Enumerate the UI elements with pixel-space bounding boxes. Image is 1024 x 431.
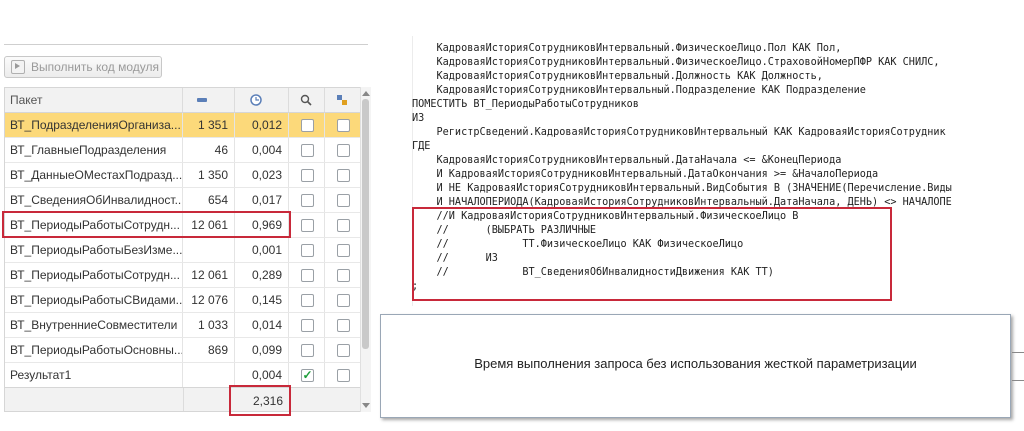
exec-time: 0,004 [235, 363, 289, 387]
code-line: КадроваяИсторияСотрудниковИнтервальный.Ф… [412, 43, 842, 54]
temp-table-checkbox[interactable] [337, 169, 350, 182]
row-count [183, 363, 235, 387]
magnifier-icon [300, 94, 312, 106]
table-row[interactable]: ВТ_ПериодыРаботыСотрудн... 12 061 0,289 [5, 263, 361, 288]
execute-module-button[interactable]: Выполнить код модуля [4, 56, 162, 78]
exec-time: 0,004 [235, 138, 289, 162]
search-checkbox[interactable] [301, 169, 314, 182]
table-header: Пакет [5, 88, 361, 113]
code-line: КадроваяИсторияСотрудниковИнтервальный.Ф… [412, 57, 940, 68]
col-header-props[interactable] [325, 88, 361, 112]
table-row[interactable]: ВТ_ПериодыРаботыОсновны... 869 0,099 [5, 338, 361, 363]
code-line: И НЕ КадроваяИсторияСотрудниковИнтерваль… [412, 183, 952, 194]
temp-table-checkbox[interactable] [337, 219, 350, 232]
row-count: 869 [183, 338, 235, 362]
temp-table-checkbox[interactable] [337, 244, 350, 257]
col-header-packet[interactable]: Пакет [5, 88, 183, 112]
rows-icon [197, 98, 207, 102]
code-line: РегистрСведений.КадроваяИсторияСотрудник… [412, 127, 946, 138]
highlight-slow-query-row [2, 211, 291, 238]
row-count: 1 351 [183, 113, 235, 137]
temp-table-icon [337, 95, 347, 105]
exec-time: 0,014 [235, 313, 289, 337]
table-row[interactable]: ВТ_ВнутренниеСовместители 1 033 0,014 [5, 313, 361, 338]
packet-name: ВТ_СведенияОбИнвалидност... [5, 188, 183, 212]
temp-table-checkbox[interactable] [337, 269, 350, 282]
exec-time: 0,017 [235, 188, 289, 212]
scroll-thumb[interactable] [362, 99, 369, 349]
packet-name: ВТ_ГлавныеПодразделения [5, 138, 183, 162]
exec-time: 0,289 [235, 263, 289, 287]
temp-table-checkbox[interactable] [337, 194, 350, 207]
col-header-time[interactable] [235, 88, 289, 112]
table-row[interactable]: ВТ_ГлавныеПодразделения 46 0,004 [5, 138, 361, 163]
row-count: 46 [183, 138, 235, 162]
code-line: КадроваяИсторияСотрудниковИнтервальный.Д… [412, 71, 823, 82]
search-checkbox[interactable] [301, 319, 314, 332]
row-count [183, 238, 235, 262]
code-line: ГДЕ [412, 141, 431, 152]
clock-icon [250, 94, 262, 106]
packet-name: ВТ_ПериодыРаботыОсновны... [5, 338, 183, 362]
temp-table-checkbox[interactable] [337, 294, 350, 307]
exec-time: 0,001 [235, 238, 289, 262]
search-checkbox[interactable] [301, 269, 314, 282]
row-count: 1 350 [183, 163, 235, 187]
query-packets-table: Пакет ВТ_ПодразделенияОрганиза... 1 351 0,… [4, 87, 370, 412]
run-icon [11, 60, 25, 74]
scroll-down-icon[interactable] [362, 403, 370, 408]
table-row[interactable]: ВТ_ПериодыРаботыСВидами... 12 076 0,145 [5, 288, 361, 313]
highlight-total-time [229, 385, 291, 416]
table-row[interactable]: Результат1 0,004 ✓ [5, 363, 361, 388]
highlight-commented-code [412, 207, 892, 301]
col-header-count[interactable] [183, 88, 235, 112]
col-header-search[interactable] [289, 88, 325, 112]
search-checkbox[interactable] [301, 294, 314, 307]
caption-box: Время выполнения запроса без использован… [380, 314, 1011, 418]
code-line: И КадроваяИсторияСотрудниковИнтервальный… [412, 169, 879, 180]
packet-name: ВТ_ДанныеОМестахПодразд... [5, 163, 183, 187]
exec-time: 0,099 [235, 338, 289, 362]
packet-name: ВТ_ПериодыРаботыСВидами... [5, 288, 183, 312]
execute-module-label: Выполнить код модуля [31, 60, 159, 74]
packet-name: Результат1 [5, 363, 183, 387]
search-checkbox[interactable] [301, 344, 314, 357]
code-line: ПОМЕСТИТЬ ВТ_ПериодыРаботыСотрудников [412, 99, 639, 110]
temp-table-checkbox[interactable] [337, 119, 350, 132]
packet-name: ВТ_ВнутренниеСовместители [5, 313, 183, 337]
table-row[interactable]: ВТ_СведенияОбИнвалидност... 654 0,017 [5, 188, 361, 213]
exec-time: 0,023 [235, 163, 289, 187]
code-line: ИЗ [412, 113, 425, 124]
packet-name: ВТ_ПериодыРаботыСотрудн... [5, 263, 183, 287]
code-line: КадроваяИсторияСотрудниковИнтервальный.Д… [412, 155, 842, 166]
code-line: КадроваяИсторияСотрудниковИнтервальный.П… [412, 85, 866, 96]
exec-time: 0,012 [235, 113, 289, 137]
search-checkbox[interactable] [301, 194, 314, 207]
search-checkbox[interactable] [301, 244, 314, 257]
packet-name: ВТ_ПериодыРаботыБезИзме... [5, 238, 183, 262]
row-count: 12 076 [183, 288, 235, 312]
table-footer: 2,316 [5, 387, 361, 411]
temp-table-checkbox[interactable] [337, 144, 350, 157]
search-checkbox[interactable]: ✓ [301, 369, 314, 382]
table-row[interactable]: ВТ_ПодразделенияОрганиза... 1 351 0,012 [5, 113, 361, 138]
row-count: 654 [183, 188, 235, 212]
temp-table-checkbox[interactable] [337, 319, 350, 332]
search-checkbox[interactable] [301, 144, 314, 157]
packet-name: ВТ_ПодразделенияОрганиза... [5, 113, 183, 137]
panel-divider [4, 44, 368, 45]
temp-table-checkbox[interactable] [337, 344, 350, 357]
row-count: 12 061 [183, 263, 235, 287]
table-row[interactable]: ВТ_ПериодыРаботыБезИзме... 0,001 [5, 238, 361, 263]
temp-table-checkbox[interactable] [337, 369, 350, 382]
top-strip [0, 0, 378, 50]
exec-time: 0,145 [235, 288, 289, 312]
table-row[interactable]: ВТ_ДанныеОМестахПодразд... 1 350 0,023 [5, 163, 361, 188]
search-checkbox[interactable] [301, 219, 314, 232]
row-count: 1 033 [183, 313, 235, 337]
caption-text: Время выполнения запроса без использован… [474, 356, 917, 371]
scroll-up-icon[interactable] [362, 91, 370, 96]
search-checkbox[interactable] [301, 119, 314, 132]
table-scrollbar[interactable] [360, 87, 371, 412]
